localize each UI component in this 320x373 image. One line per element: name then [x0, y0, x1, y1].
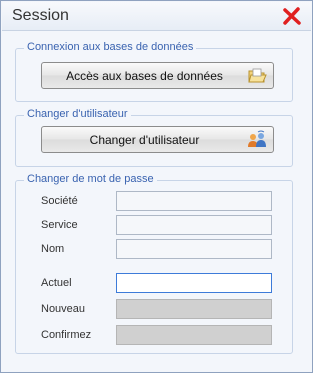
- change-user-button[interactable]: Changer d'utilisateur: [41, 126, 274, 153]
- user-group: Changer d'utilisateur Changer d'utilisat…: [15, 108, 293, 167]
- title-bar: Session: [2, 2, 311, 31]
- current-password-field[interactable]: [116, 273, 272, 293]
- societe-label: Société: [41, 195, 78, 207]
- users-icon: [247, 130, 267, 150]
- database-access-label: Accès aux bases de données: [66, 69, 223, 83]
- service-label: Service: [41, 219, 78, 231]
- service-field[interactable]: [116, 215, 272, 235]
- change-user-label: Changer d'utilisateur: [89, 133, 200, 147]
- close-icon[interactable]: [282, 6, 302, 26]
- new-password-field[interactable]: [116, 299, 272, 319]
- databases-group: Connexion aux bases de données Accès aux…: [15, 41, 293, 102]
- confirm-password-field[interactable]: [116, 325, 272, 345]
- database-access-button[interactable]: Accès aux bases de données: [41, 62, 274, 89]
- password-group: Changer de mot de passe Société Service …: [15, 173, 293, 354]
- window-title: Session: [12, 7, 69, 24]
- societe-field[interactable]: [116, 191, 272, 211]
- actuel-label: Actuel: [41, 277, 72, 289]
- nom-field[interactable]: [116, 239, 272, 259]
- confirmez-label: Confirmez: [41, 329, 92, 341]
- folder-icon: [247, 66, 267, 86]
- user-legend: Changer d'utilisateur: [24, 108, 131, 120]
- nom-label: Nom: [41, 243, 65, 255]
- password-legend: Changer de mot de passe: [24, 173, 157, 185]
- nouveau-label: Nouveau: [41, 303, 86, 315]
- databases-legend: Connexion aux bases de données: [24, 41, 197, 53]
- session-window: Session Connexion aux bases de données A…: [0, 0, 313, 373]
